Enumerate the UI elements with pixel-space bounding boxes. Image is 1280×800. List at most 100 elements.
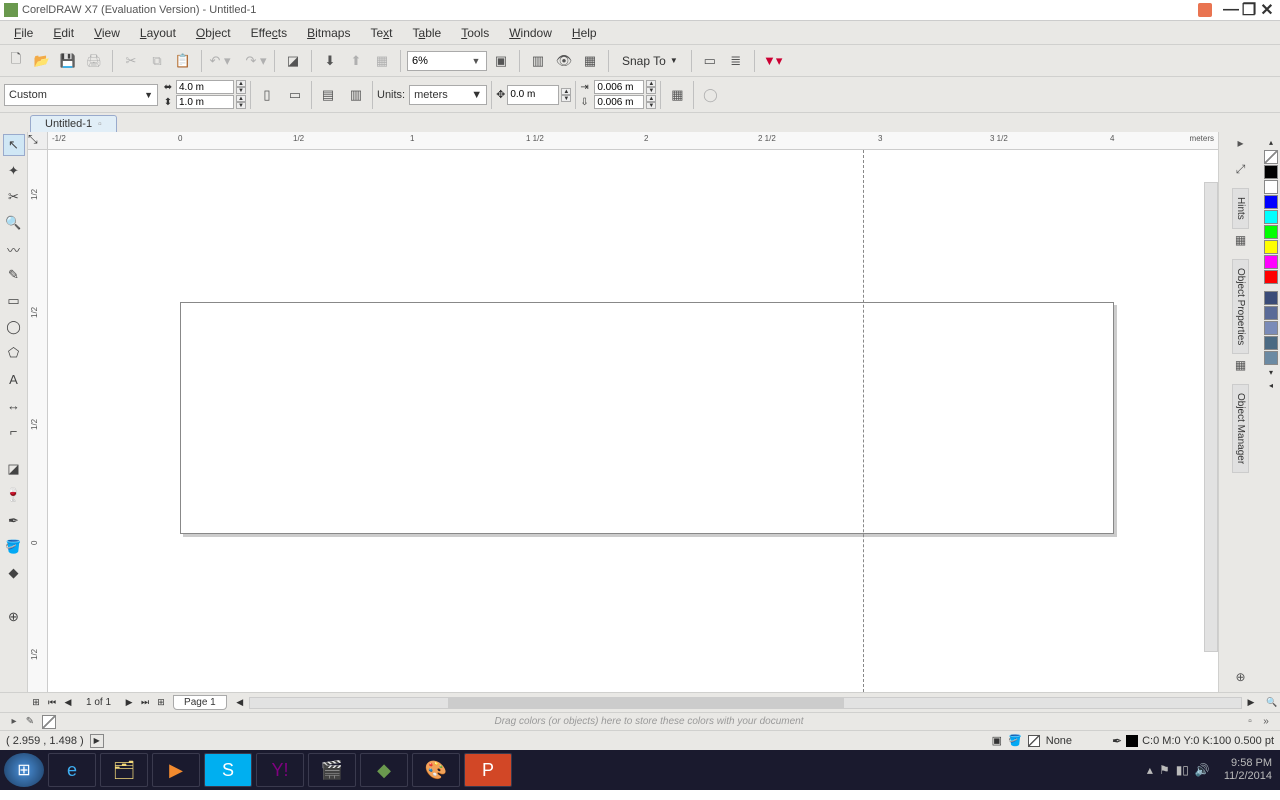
tray-flag-icon[interactable]: ⚑: [1159, 763, 1170, 777]
color-eyedropper-tool[interactable]: ✒: [3, 510, 25, 532]
rectangle-tool[interactable]: ▭: [3, 290, 25, 312]
menu-bitmaps[interactable]: Bitmaps: [297, 23, 360, 43]
color-swatch[interactable]: [1264, 180, 1278, 194]
menu-file[interactable]: File: [4, 23, 43, 43]
taskbar-wmp[interactable]: ▶: [152, 753, 200, 787]
zoom-tool[interactable]: 🔍: [3, 212, 25, 234]
new-icon[interactable]: 🗋: [4, 49, 28, 73]
redo-icon[interactable]: ↷ ▾: [244, 49, 268, 73]
dup-x-input[interactable]: [594, 80, 644, 94]
tab-close-icon[interactable]: ▫: [98, 119, 102, 130]
taskbar-coreldraw[interactable]: ◆: [360, 753, 408, 787]
taskbar-powerpoint[interactable]: P: [464, 753, 512, 787]
menu-window[interactable]: Window: [499, 23, 562, 43]
docker-tab-hints[interactable]: Hints: [1232, 188, 1249, 229]
user-account-icon[interactable]: [1198, 3, 1212, 17]
tray-network-icon[interactable]: ▮▯: [1176, 763, 1189, 777]
copy-icon[interactable]: ⧉: [145, 49, 169, 73]
text-tool[interactable]: A: [3, 368, 25, 390]
page-width-input[interactable]: [176, 80, 234, 94]
drawing-canvas[interactable]: [48, 150, 1218, 692]
horizontal-ruler[interactable]: -1/2 0 1/2 1 1 1/2 2 2 1/2 3 3 1/2 4 met…: [48, 132, 1218, 150]
nudge-input[interactable]: [507, 85, 559, 105]
units-combo[interactable]: meters▼: [409, 85, 487, 105]
full-screen-icon[interactable]: ▣: [489, 49, 513, 73]
snap-to-button[interactable]: Snap To▼: [615, 51, 685, 71]
cut-icon[interactable]: ✂: [119, 49, 143, 73]
maximize-button[interactable]: ❐: [1240, 0, 1258, 20]
all-pages-icon[interactable]: ▤: [316, 83, 340, 107]
vertical-scrollbar[interactable]: [1204, 182, 1218, 652]
next-page-icon[interactable]: ▶: [121, 697, 137, 708]
zoom-level-input[interactable]: ▼: [407, 51, 487, 71]
last-page-icon[interactable]: ⏭: [137, 697, 153, 708]
color-swatch[interactable]: [1264, 351, 1278, 365]
page-tab-1[interactable]: Page 1: [173, 695, 227, 710]
menu-view[interactable]: View: [84, 23, 130, 43]
rulers-icon[interactable]: ▥: [526, 49, 550, 73]
smart-fill-tool[interactable]: ◆: [3, 562, 25, 584]
color-swatch[interactable]: [1264, 225, 1278, 239]
menu-layout[interactable]: Layout: [130, 23, 186, 43]
outline-pen-icon[interactable]: ✒: [1112, 734, 1122, 748]
navigator-icon[interactable]: 🔍: [1264, 697, 1280, 708]
menu-edit[interactable]: Edit: [43, 23, 84, 43]
undo-icon[interactable]: ↶ ▾: [208, 49, 232, 73]
taskbar-explorer[interactable]: 🗂: [100, 753, 148, 787]
page-preset-combo[interactable]: Custom▼: [4, 84, 158, 106]
color-swatch[interactable]: [1264, 270, 1278, 284]
taskbar-skype[interactable]: S: [204, 753, 252, 787]
zoom-dropdown-icon[interactable]: ▼: [468, 56, 484, 66]
system-clock[interactable]: 9:58 PM 11/2/2014: [1224, 757, 1272, 783]
doc-palette-options-icon[interactable]: ▫: [1242, 716, 1258, 727]
doc-palette-expand-icon[interactable]: ▸: [6, 716, 22, 727]
doc-palette-no-color[interactable]: [42, 715, 56, 729]
docker-add-icon[interactable]: ⊕: [1232, 670, 1250, 688]
grid-icon[interactable]: 👁: [552, 49, 576, 73]
vertical-ruler[interactable]: 1/2 1/2 1/2 0 1/2 meters: [28, 150, 48, 692]
docker-icon-1[interactable]: ▦: [1232, 233, 1250, 251]
color-swatch[interactable]: [1264, 195, 1278, 209]
no-color-swatch[interactable]: [1264, 150, 1278, 164]
guidelines-icon[interactable]: ▦: [578, 49, 602, 73]
polygon-tool[interactable]: ⬠: [3, 342, 25, 364]
record-macro-icon[interactable]: ▶: [90, 734, 104, 748]
shape-tool[interactable]: ✦: [3, 160, 25, 182]
docker-icon-2[interactable]: ▦: [1232, 358, 1250, 376]
landscape-icon[interactable]: ▭: [283, 83, 307, 107]
taskbar-yahoo[interactable]: Y!: [256, 753, 304, 787]
save-icon[interactable]: 💾: [56, 49, 80, 73]
menu-tools[interactable]: Tools: [451, 23, 499, 43]
proof-colors-icon[interactable]: ▣: [992, 734, 1002, 747]
taskbar-paint[interactable]: 🎨: [412, 753, 460, 787]
page-height-input[interactable]: [176, 95, 234, 109]
palette-flyout-icon[interactable]: ◂: [1267, 379, 1275, 392]
drawing-page[interactable]: [180, 302, 1114, 534]
menu-text[interactable]: Text: [360, 23, 402, 43]
dup-y-input[interactable]: [594, 95, 644, 109]
docker-options-icon[interactable]: ⤢: [1232, 162, 1250, 180]
taskbar-moviemaker[interactable]: 🎬: [308, 753, 356, 787]
color-swatch[interactable]: [1264, 336, 1278, 350]
prev-page-icon[interactable]: ◀: [60, 697, 76, 708]
menu-effects[interactable]: Effects: [241, 23, 297, 43]
ellipse-tool[interactable]: ◯: [3, 316, 25, 338]
app-launcher-icon[interactable]: ≣: [724, 49, 748, 73]
export-icon[interactable]: ⬆: [344, 49, 368, 73]
guideline[interactable]: [863, 150, 864, 692]
color-swatch[interactable]: [1264, 240, 1278, 254]
drop-shadow-tool[interactable]: ◪: [3, 458, 25, 480]
menu-help[interactable]: Help: [562, 23, 607, 43]
color-swatch[interactable]: [1264, 255, 1278, 269]
search-content-icon[interactable]: ◪: [281, 49, 305, 73]
horizontal-scrollbar[interactable]: ◀ ▶: [233, 697, 1258, 709]
current-page-icon[interactable]: ▥: [344, 83, 368, 107]
doc-palette-more-icon[interactable]: »: [1258, 716, 1274, 727]
color-swatch[interactable]: [1264, 291, 1278, 305]
parallel-dimension-tool[interactable]: ↔: [3, 394, 25, 416]
publish-pdf-icon[interactable]: ▦: [370, 49, 394, 73]
import-icon[interactable]: ⬇: [318, 49, 342, 73]
transparency-tool[interactable]: 🍷: [3, 484, 25, 506]
taskbar-ie[interactable]: e: [48, 753, 96, 787]
print-icon[interactable]: 🖨: [82, 49, 106, 73]
